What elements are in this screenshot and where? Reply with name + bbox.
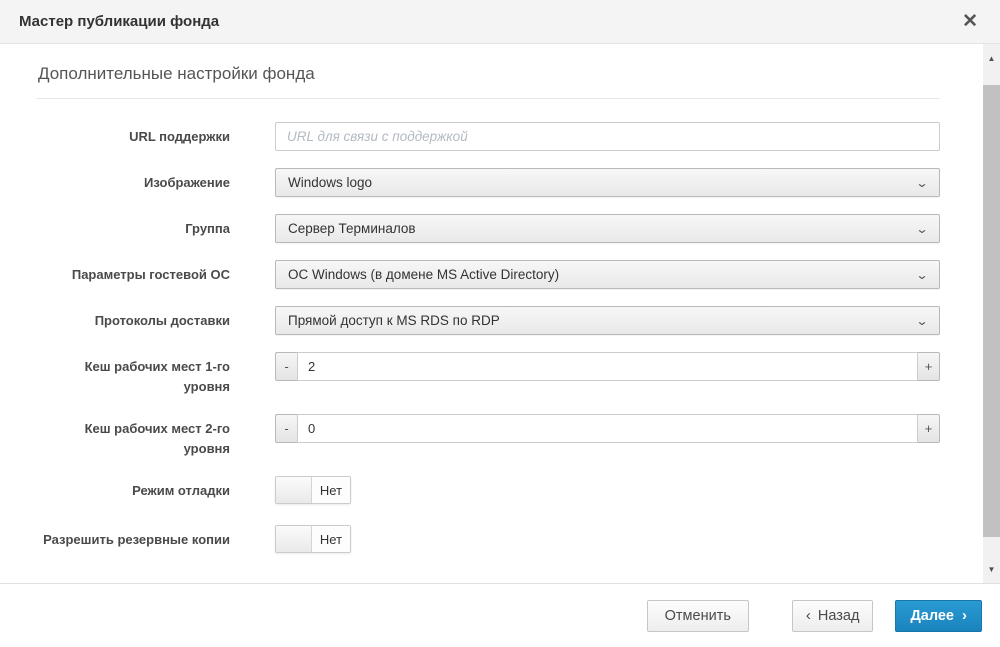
scrollbar-thumb[interactable] xyxy=(983,85,1000,537)
form-row-image: Изображение Windows logo ⌄ xyxy=(36,168,940,197)
image-select[interactable]: Windows logo ⌄ xyxy=(275,168,940,197)
form-row-debug-mode: Режим отладки Нет xyxy=(36,476,940,508)
close-icon[interactable]: ✕ xyxy=(958,10,982,33)
form-row-cache-level2: Кеш рабочих мест 2-го уровня - + xyxy=(36,414,940,459)
field-label: URL поддержки xyxy=(36,122,230,147)
form-row-guest-os: Параметры гостевой ОС ОС Windows (в доме… xyxy=(36,260,940,289)
scroll-down-icon[interactable]: ▼ xyxy=(983,559,1000,579)
chevron-down-icon: ⌄ xyxy=(915,315,928,327)
toggle-state-label: Нет xyxy=(312,526,350,552)
field-label: Режим отладки xyxy=(36,476,230,501)
form-row-delivery-protocols: Протоколы доставки Прямой доступ к MS RD… xyxy=(36,306,940,335)
select-value: Сервер Терминалов xyxy=(288,221,416,236)
form-row-allow-backups: Разрешить резервные копии Нет xyxy=(36,525,940,557)
vertical-scrollbar[interactable]: ▲ ▼ xyxy=(983,44,1000,583)
next-button[interactable]: Далее › xyxy=(895,600,982,632)
support-url-input[interactable] xyxy=(275,122,940,151)
cache-level1-stepper: - + xyxy=(275,352,940,381)
increment-button[interactable]: + xyxy=(918,414,940,443)
cache-level1-input[interactable] xyxy=(297,352,918,381)
next-button-label: Далее xyxy=(910,608,954,624)
group-select[interactable]: Сервер Терминалов ⌄ xyxy=(275,214,940,243)
settings-form: URL поддержки Изображение Windows logo ⌄ xyxy=(36,122,940,557)
field-label: Кеш рабочих мест 1-го уровня xyxy=(36,352,230,397)
form-row-support-url: URL поддержки xyxy=(36,122,940,151)
field-label: Параметры гостевой ОС xyxy=(36,260,230,285)
modal-title: Мастер публикации фонда xyxy=(19,13,219,30)
back-button[interactable]: ‹ Назад xyxy=(792,600,874,632)
cache-level2-input[interactable] xyxy=(297,414,918,443)
allow-backups-toggle[interactable]: Нет xyxy=(275,525,351,553)
back-button-label: Назад xyxy=(818,608,860,624)
modal-footer: Отменить ‹ Назад Далее › xyxy=(0,584,1000,647)
debug-mode-toggle[interactable]: Нет xyxy=(275,476,351,504)
field-label: Разрешить резервные копии xyxy=(36,525,230,550)
select-value: Прямой доступ к MS RDS по RDP xyxy=(288,313,500,328)
chevron-down-icon: ⌄ xyxy=(915,223,928,235)
guest-os-select[interactable]: ОС Windows (в домене MS Active Directory… xyxy=(275,260,940,289)
toggle-knob xyxy=(276,477,312,503)
chevron-down-icon: ⌄ xyxy=(915,269,928,281)
modal-body-wrap: Дополнительные настройки фонда URL подде… xyxy=(0,44,1000,584)
decrement-button[interactable]: - xyxy=(275,352,297,381)
form-row-group: Группа Сервер Терминалов ⌄ xyxy=(36,214,940,243)
delivery-protocols-select[interactable]: Прямой доступ к MS RDS по RDP ⌄ xyxy=(275,306,940,335)
field-label: Изображение xyxy=(36,168,230,193)
chevron-down-icon: ⌄ xyxy=(915,177,928,189)
field-label: Кеш рабочих мест 2-го уровня xyxy=(36,414,230,459)
cancel-button[interactable]: Отменить xyxy=(647,600,749,632)
back-arrow-icon: ‹ xyxy=(806,607,811,624)
select-value: Windows logo xyxy=(288,175,372,190)
field-label: Протоколы доставки xyxy=(36,306,230,331)
cache-level2-stepper: - + xyxy=(275,414,940,443)
select-value: ОС Windows (в домене MS Active Directory… xyxy=(288,267,559,282)
wizard-modal: Мастер публикации фонда ✕ Дополнительные… xyxy=(0,0,1000,647)
scroll-up-icon[interactable]: ▲ xyxy=(983,48,1000,68)
toggle-state-label: Нет xyxy=(312,477,350,503)
next-arrow-icon: › xyxy=(962,607,967,624)
modal-header: Мастер публикации фонда ✕ xyxy=(0,0,1000,44)
increment-button[interactable]: + xyxy=(918,352,940,381)
form-row-cache-level1: Кеш рабочих мест 1-го уровня - + xyxy=(36,352,940,397)
decrement-button[interactable]: - xyxy=(275,414,297,443)
field-label: Группа xyxy=(36,214,230,239)
modal-body: Дополнительные настройки фонда URL подде… xyxy=(0,44,983,583)
section-title: Дополнительные настройки фонда xyxy=(36,60,940,99)
toggle-knob xyxy=(276,526,312,552)
cancel-button-label: Отменить xyxy=(665,608,731,624)
